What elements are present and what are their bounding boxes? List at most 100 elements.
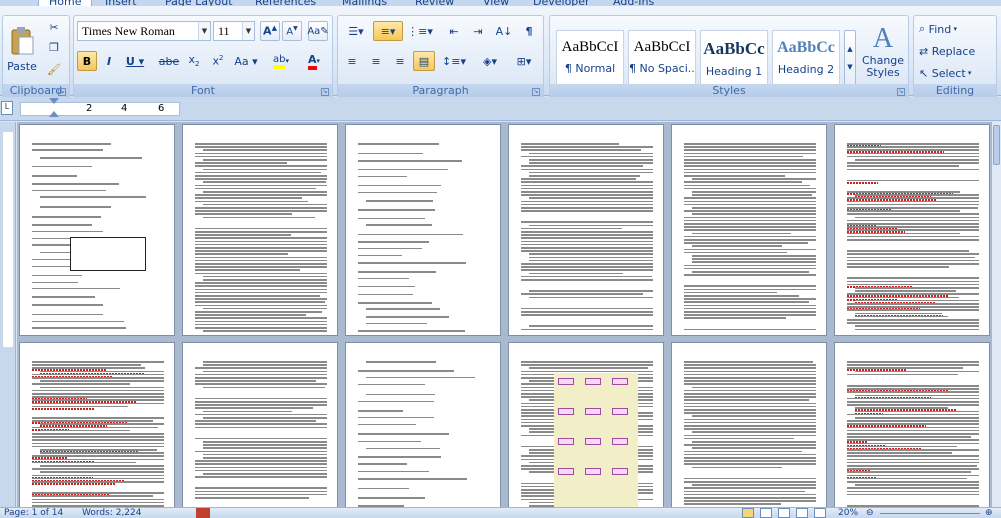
document-area[interactable] bbox=[17, 122, 1001, 512]
style-heading-1[interactable]: AaBbCc Heading 1 bbox=[700, 30, 768, 86]
paste-button[interactable]: Paste bbox=[5, 18, 39, 80]
scrollbar-thumb[interactable] bbox=[993, 125, 1000, 165]
draft-view-icon[interactable] bbox=[814, 508, 826, 518]
text-line bbox=[847, 259, 979, 262]
vertical-scrollbar[interactable] bbox=[991, 122, 1001, 507]
zoom-level[interactable]: 20% bbox=[838, 508, 858, 518]
justify-icon: ▤ bbox=[418, 54, 430, 68]
clear-formatting-button[interactable]: Aa✎ bbox=[307, 21, 329, 41]
replace-button[interactable]: ⇄ Replace bbox=[918, 42, 994, 60]
cut-button[interactable]: ✂ bbox=[43, 18, 65, 36]
page-thumbnail[interactable] bbox=[834, 342, 990, 512]
highlight-button[interactable]: ab ▾ bbox=[266, 51, 296, 71]
style-name: ¶ No Spaci... bbox=[629, 62, 695, 75]
change-case-button[interactable]: Aa ▾ bbox=[231, 51, 261, 71]
zoom-out-icon[interactable]: ⊖ bbox=[866, 508, 874, 518]
style-normal[interactable]: AaBbCcI ¶ Normal bbox=[556, 30, 624, 86]
page-thumbnail[interactable] bbox=[182, 124, 338, 336]
web-layout-view-icon[interactable] bbox=[778, 508, 790, 518]
chevron-down-icon[interactable]: ▼ bbox=[242, 22, 254, 40]
align-center-button[interactable]: ≡ bbox=[365, 51, 387, 71]
text-line bbox=[358, 152, 423, 155]
decrease-indent-button[interactable]: ⇤ bbox=[443, 21, 465, 41]
tab-selector-icon[interactable]: L bbox=[1, 101, 13, 115]
paste-icon bbox=[11, 26, 34, 54]
dialog-launcher-icon[interactable]: ↘ bbox=[321, 88, 329, 96]
horizontal-ruler[interactable]: L 2 4 6 bbox=[0, 97, 1001, 121]
multilevel-list-button[interactable]: ⋮≡▾ bbox=[405, 21, 435, 41]
page-count[interactable]: Page: 1 of 14 bbox=[4, 508, 63, 518]
text-line bbox=[684, 307, 816, 310]
vertical-ruler[interactable] bbox=[0, 122, 16, 507]
superscript-button[interactable]: x2 bbox=[207, 51, 229, 71]
outline-view-icon[interactable] bbox=[796, 508, 808, 518]
word-count[interactable]: Words: 2,224 bbox=[82, 508, 141, 518]
first-line-indent-marker[interactable] bbox=[49, 98, 59, 104]
text-line bbox=[32, 320, 124, 323]
text-line bbox=[40, 157, 142, 160]
page-thumbnail[interactable] bbox=[345, 124, 501, 336]
text-line bbox=[855, 417, 979, 419]
zoom-in-icon[interactable]: ⊕ bbox=[985, 508, 993, 518]
change-styles-button[interactable]: A Change Styles bbox=[860, 18, 906, 84]
underline-button[interactable]: U ▾ bbox=[121, 51, 149, 71]
full-screen-view-icon[interactable] bbox=[760, 508, 772, 518]
text-line bbox=[847, 322, 979, 324]
italic-button[interactable]: I bbox=[99, 51, 119, 71]
style-heading-2[interactable]: AaBbCc Heading 2 bbox=[772, 30, 840, 86]
text-line bbox=[847, 490, 979, 493]
subscript-button[interactable]: x2 bbox=[183, 51, 205, 71]
chevron-down-icon[interactable]: ▼ bbox=[198, 22, 210, 40]
format-painter-button[interactable]: 🖌 bbox=[43, 60, 65, 78]
print-layout-view-icon[interactable] bbox=[742, 508, 754, 518]
shrink-font-button[interactable]: A▼ bbox=[282, 21, 302, 41]
bullets-button[interactable]: ☰▾ bbox=[341, 21, 371, 41]
grow-font-button[interactable]: A▲ bbox=[260, 21, 280, 41]
select-button[interactable]: ↖ Select ▾ bbox=[918, 64, 994, 82]
bold-button[interactable]: B bbox=[77, 51, 97, 71]
text-line bbox=[358, 423, 417, 426]
dialog-launcher-icon[interactable]: ↘ bbox=[58, 88, 66, 96]
page-thumbnail[interactable] bbox=[508, 342, 664, 512]
text-line bbox=[684, 295, 800, 297]
page-thumbnail[interactable] bbox=[182, 342, 338, 512]
find-button[interactable]: ⌕ Find ▾ bbox=[918, 20, 994, 38]
text-line bbox=[195, 490, 327, 493]
increase-indent-button[interactable]: ⇥ bbox=[467, 21, 489, 41]
text-line bbox=[684, 226, 816, 228]
align-right-button[interactable]: ≡ bbox=[389, 51, 411, 71]
page-thumbnail[interactable] bbox=[19, 124, 175, 336]
styles-scroll[interactable]: ▲ ▼ bbox=[844, 30, 856, 86]
copy-button[interactable]: ❐ bbox=[43, 38, 65, 56]
page-thumbnail[interactable] bbox=[19, 342, 175, 512]
font-name-box[interactable]: Times New Roman ▼ bbox=[77, 21, 211, 41]
page-thumbnail[interactable] bbox=[671, 342, 827, 512]
page-thumbnail[interactable] bbox=[345, 342, 501, 512]
zoom-slider[interactable] bbox=[880, 513, 980, 514]
text-line bbox=[195, 194, 327, 196]
dialog-launcher-icon[interactable]: ↘ bbox=[532, 88, 540, 96]
sort-button[interactable]: A↓ bbox=[493, 21, 515, 41]
text-line bbox=[847, 404, 979, 406]
page-thumbnail[interactable] bbox=[834, 124, 990, 336]
justify-button[interactable]: ▤ bbox=[413, 51, 435, 71]
text-line bbox=[40, 206, 112, 208]
replace-label: Replace bbox=[931, 44, 976, 58]
strikethrough-button[interactable]: abe bbox=[157, 51, 181, 71]
font-size-box[interactable]: 11 ▼ bbox=[213, 21, 255, 41]
text-line bbox=[203, 159, 327, 161]
style-no-spacing[interactable]: AaBbCcI ¶ No Spaci... bbox=[628, 30, 696, 86]
page-thumbnail[interactable] bbox=[508, 124, 664, 336]
proofing-icon[interactable] bbox=[196, 508, 210, 518]
shading-button[interactable]: ◈▾ bbox=[475, 51, 505, 71]
font-color-button[interactable]: A ▾ bbox=[300, 51, 328, 71]
numbering-button[interactable]: ≡▾ bbox=[373, 21, 403, 41]
align-left-button[interactable]: ≡ bbox=[341, 51, 363, 71]
dialog-launcher-icon[interactable]: ↘ bbox=[897, 88, 905, 96]
line-spacing-button[interactable]: ↕≡▾ bbox=[439, 51, 469, 71]
text-line bbox=[684, 453, 816, 456]
show-hide-button[interactable]: ¶ bbox=[518, 21, 540, 41]
hanging-indent-marker[interactable] bbox=[49, 111, 59, 117]
page-thumbnail[interactable] bbox=[671, 124, 827, 336]
borders-button[interactable]: ⊞▾ bbox=[508, 51, 540, 71]
